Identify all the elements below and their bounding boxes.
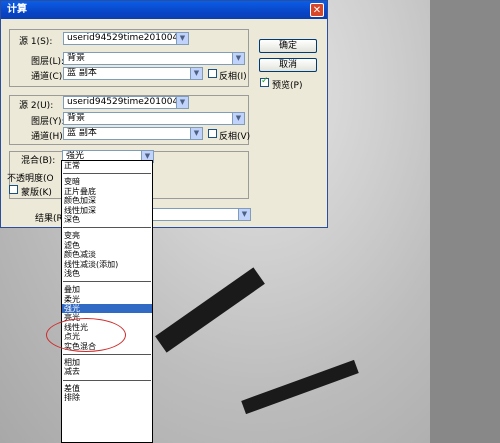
preview-checkbox[interactable]	[260, 76, 269, 87]
opacity-label: 不透明度(O	[7, 174, 54, 184]
source2-label: 源 2(U):	[19, 101, 54, 111]
cancel-button[interactable]: 取消	[259, 58, 317, 72]
source1-select[interactable]: userid94529time2010040510...▼	[63, 32, 189, 45]
dropdown-item[interactable]: 正片叠底	[62, 187, 152, 196]
source1-layer-label: 图层(L):	[31, 57, 65, 67]
source2-select[interactable]: userid94529time2010040510...▼	[63, 96, 189, 109]
source2-invert-checkbox[interactable]	[208, 129, 217, 138]
preview-label: 预览(P)	[272, 81, 303, 91]
chevron-down-icon: ▼	[232, 53, 244, 64]
mask-checkbox[interactable]	[9, 185, 18, 194]
source1-layer-select[interactable]: 背景 ▼	[63, 52, 245, 65]
source1-label: 源 1(S):	[19, 37, 53, 47]
dropdown-separator	[62, 170, 152, 177]
dropdown-item[interactable]: 正常	[62, 161, 152, 170]
source1-channel-label: 通道(C):	[31, 72, 66, 82]
dropdown-item[interactable]: 变亮	[62, 231, 152, 240]
chevron-down-icon: ▼	[176, 33, 188, 44]
dropdown-item[interactable]: 叠加	[62, 285, 152, 294]
dropdown-item[interactable]: 柔光	[62, 295, 152, 304]
canvas-margin	[430, 0, 500, 443]
ok-button[interactable]: 确定	[259, 39, 317, 53]
blend-mode-dropdown[interactable]: 正常变暗 正片叠底 颜色加深 线性加深 深色变亮 滤色 颜色减淡 线性减淡(添加) 浅色叠加 柔光…	[61, 160, 153, 443]
result-label: 结果(R	[35, 214, 63, 224]
blend-label: 混合(B):	[21, 156, 56, 166]
chevron-down-icon: ▼	[232, 113, 244, 124]
dropdown-item[interactable]: 排除	[62, 393, 152, 402]
dropdown-separator	[62, 377, 152, 384]
source2-invert-label: 反相(V)	[219, 132, 251, 142]
chevron-down-icon: ▼	[190, 68, 202, 79]
calculations-dialog: 计算 ✕ 源 1(S): userid94529time2010040510..…	[0, 0, 328, 228]
close-button[interactable]: ✕	[310, 3, 324, 17]
dialog-title: 计算	[1, 1, 327, 19]
dropdown-item[interactable]: 差值	[62, 384, 152, 393]
dropdown-item[interactable]: 浅色	[62, 269, 152, 278]
chevron-down-icon: ▼	[238, 209, 250, 220]
source1-channel-select[interactable]: 蓝 副本 ▼	[63, 67, 203, 80]
dropdown-item[interactable]: 滤色	[62, 241, 152, 250]
result-select[interactable]: ▼	[151, 208, 251, 221]
dropdown-separator	[62, 351, 152, 358]
chevron-down-icon: ▼	[176, 97, 188, 108]
dropdown-item[interactable]: 线性减淡(添加)	[62, 260, 152, 269]
dropdown-item[interactable]: 深色	[62, 215, 152, 224]
dropdown-item[interactable]: 减去	[62, 367, 152, 376]
chevron-down-icon: ▼	[190, 128, 202, 139]
source1-invert-label: 反相(I)	[219, 72, 247, 82]
dropdown-separator	[62, 224, 152, 231]
source1-invert-checkbox[interactable]	[208, 69, 217, 78]
dropdown-item[interactable]: 变暗	[62, 177, 152, 186]
dropdown-item[interactable]: 线性加深	[62, 206, 152, 215]
source2-channel-select[interactable]: 蓝 副本 ▼	[63, 127, 203, 140]
dropdown-separator	[62, 278, 152, 285]
source2-layer-label: 图层(Y):	[31, 117, 65, 127]
annotation-circle	[46, 318, 126, 352]
dropdown-item[interactable]: 颜色加深	[62, 196, 152, 205]
mask-label: 蒙版(K)	[21, 188, 52, 198]
dropdown-item[interactable]: 相加	[62, 358, 152, 367]
source2-layer-select[interactable]: 背景 ▼	[63, 112, 245, 125]
source2-channel-label: 通道(H):	[31, 132, 66, 142]
dropdown-item[interactable]: 颜色减淡	[62, 250, 152, 259]
